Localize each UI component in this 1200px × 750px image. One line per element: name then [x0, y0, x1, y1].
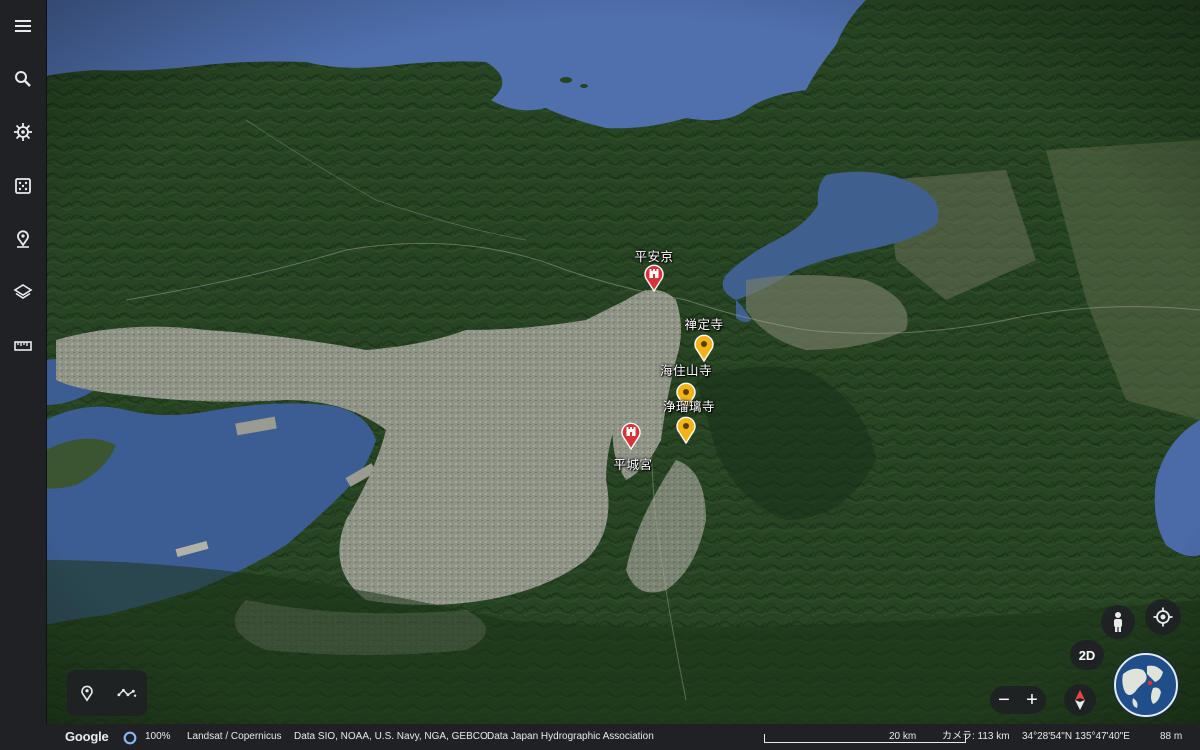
projects-button[interactable] [8, 224, 38, 254]
map-pin-icon [676, 416, 696, 444]
globe-icon [1114, 653, 1178, 717]
menu-icon [15, 20, 31, 32]
castle-pin-icon [644, 264, 664, 292]
map-viewport[interactable]: 平安京 禅定寺 海住山寺 浄瑠璃寺 平城宮 [46, 0, 1200, 724]
place-label: 平城宮 [613, 458, 653, 472]
search-button[interactable] [8, 64, 38, 94]
compass-north-icon [1075, 690, 1085, 710]
ruler-icon [14, 341, 32, 351]
map-pin-icon [694, 334, 714, 362]
attribution-hydro: Data Japan Hydrographic Association [487, 731, 654, 742]
google-logo: Google [65, 729, 109, 744]
path-polygon-icon [117, 688, 137, 697]
status-bar: Google 100% Landsat / Copernicus Data SI… [46, 724, 1200, 750]
globe-overview[interactable] [1113, 652, 1179, 718]
my-location-button[interactable] [1145, 599, 1181, 635]
camera-altitude: カメラ: 113 km [942, 731, 1010, 742]
place-label: 平安京 [634, 250, 674, 264]
projects-pin-icon [17, 230, 29, 248]
compass-button[interactable] [1064, 684, 1096, 716]
voyager-button[interactable] [8, 117, 38, 147]
street-view-button[interactable] [1101, 605, 1135, 639]
measure-button[interactable] [8, 331, 38, 361]
layers-icon [13, 284, 33, 299]
dice-icon [15, 178, 31, 194]
crosshair-location-icon [1153, 607, 1173, 627]
place-label: 海住山寺 [659, 364, 713, 378]
map-style-button[interactable] [8, 277, 38, 307]
toggle-2d-button[interactable]: 2D [1070, 640, 1104, 670]
drawing-tools [67, 670, 147, 716]
pegman-icon [1114, 612, 1122, 632]
search-icon [15, 71, 31, 87]
menu-button[interactable] [8, 11, 38, 41]
castle-pin-icon [621, 422, 641, 450]
placemark-icon [81, 685, 93, 702]
place-label: 浄瑠璃寺 [662, 400, 716, 414]
scale-label: 20 km [889, 731, 917, 742]
voyager-helm-icon [14, 123, 32, 141]
satellite-imagery [46, 0, 1200, 724]
feeling-lucky-button[interactable] [8, 171, 38, 201]
attribution-imagery: Landsat / Copernicus [187, 731, 282, 742]
sidebar [0, 0, 47, 750]
add-placemark-button[interactable] [73, 679, 101, 707]
attribution-data: Data SIO, NOAA, U.S. Navy, NGA, GEBCO [294, 731, 488, 742]
render-status-icon [123, 730, 137, 745]
cursor-coordinates: 34°28'54"N 135°47'40"E [1022, 731, 1130, 742]
render-percent: 100% [145, 731, 171, 742]
scale-bar [764, 734, 966, 743]
zoom-controls: − + [990, 686, 1046, 714]
zoom-out-button[interactable]: − [998, 690, 1010, 710]
place-label: 禅定寺 [684, 318, 724, 332]
draw-path-button[interactable] [113, 679, 141, 707]
zoom-in-button[interactable]: + [1026, 690, 1038, 710]
ground-elevation: 88 m [1160, 731, 1183, 742]
